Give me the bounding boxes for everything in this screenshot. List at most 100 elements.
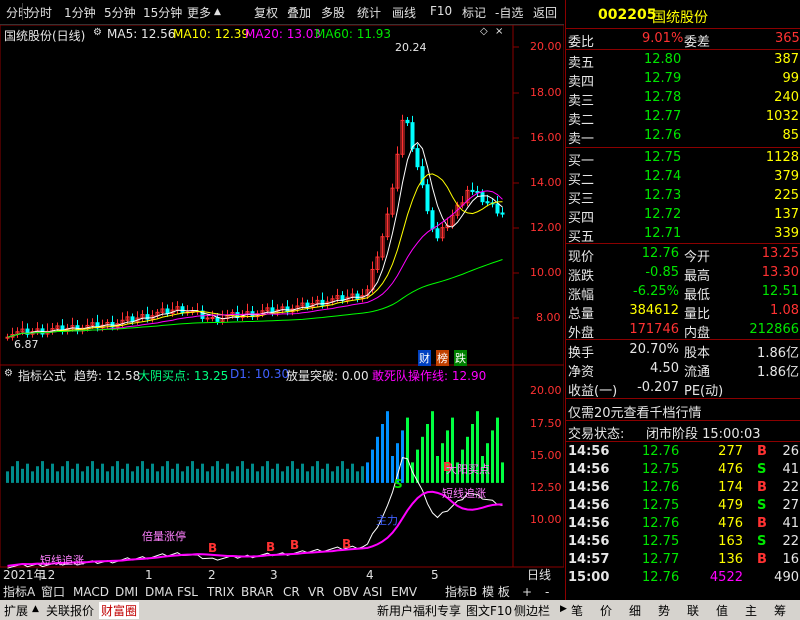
period-label[interactable]: 日线	[527, 567, 551, 583]
chevron-right-icon[interactable]: ▶	[560, 604, 567, 614]
sell-level-row[interactable]: 卖一 12.76 85	[566, 127, 800, 147]
settings-gear-icon[interactable]: ⚙	[93, 27, 102, 38]
tab-vr[interactable]: VR	[308, 584, 325, 600]
tab-emv[interactable]: EMV	[391, 584, 417, 600]
quote-side-tab[interactable]: 联	[687, 602, 699, 619]
tab-macd[interactable]: MACD	[73, 584, 109, 600]
quote-side-tab[interactable]: 价	[600, 602, 612, 619]
f10-button[interactable]: 图文F10	[466, 602, 512, 619]
quote-side-tab[interactable]: 笔	[571, 602, 583, 619]
add-button[interactable]: +	[522, 584, 532, 600]
toolbar-f10[interactable]: F10	[430, 4, 452, 18]
stat2-row: 收益(一) -0.207 PE(动)	[566, 379, 800, 399]
toolbar-diejia[interactable]: 叠加	[287, 4, 311, 21]
badge-cai[interactable]: 财	[418, 350, 431, 366]
buy-level-row[interactable]: 买四 12.72 137	[566, 206, 800, 226]
sell-level-row[interactable]: 卖三 12.78 240	[566, 89, 800, 109]
quote-side-tab[interactable]: 细	[629, 602, 641, 619]
sidebar-toggle[interactable]: 侧边栏	[514, 602, 550, 619]
toolbar-biaoji[interactable]: 标记	[462, 4, 486, 21]
indicator-bar	[21, 468, 24, 483]
buy-level-row[interactable]: 买三 12.73 225	[566, 187, 800, 207]
tab-related-quotes[interactable]: 关联报价	[46, 602, 94, 619]
tab-indicator-a[interactable]: 指标A	[3, 584, 35, 600]
quote-side-tab[interactable]: 值	[716, 602, 728, 619]
toolbar-fuquan[interactable]: 复权	[254, 4, 278, 21]
chevron-up-icon[interactable]: ▲	[32, 604, 39, 614]
quote-side-tab[interactable]: 势	[658, 602, 670, 619]
tick-time: 14:56	[568, 516, 610, 531]
candle-body	[165, 308, 170, 314]
annot-duanxian: 短线追涨	[40, 554, 84, 567]
y-tick: 8.00	[536, 311, 561, 324]
tab-template[interactable]: 模 板	[482, 584, 510, 600]
toolbar-left-0[interactable]: 分时	[6, 4, 30, 21]
toolbar-back[interactable]: 返回	[533, 4, 557, 21]
tick-price: 12.76	[642, 516, 680, 531]
chevron-up-icon[interactable]: ▲	[214, 7, 221, 17]
tick-direction: B	[757, 480, 767, 495]
tab-brar[interactable]: BRAR	[241, 584, 274, 600]
diamond-icon[interactable]: ◇	[480, 26, 488, 37]
tab-fsl[interactable]: FSL	[177, 584, 198, 600]
y-tick: 14.00	[530, 176, 562, 189]
toolbar-more[interactable]: 更多	[187, 4, 211, 21]
ma60-label: MA60: 11.93	[315, 27, 392, 41]
tab-cr[interactable]: CR	[283, 584, 300, 600]
stat-value: 384612	[629, 303, 679, 318]
toolbar-timeframe-5min[interactable]: 5分钟	[104, 4, 136, 21]
indicator-bar	[426, 424, 429, 483]
buy-price: 12.71	[644, 226, 682, 241]
toolbar-duogu[interactable]: 多股	[321, 4, 345, 21]
toolbar-timeframe-15min[interactable]: 15分钟	[143, 4, 182, 21]
buy-level-row[interactable]: 买二 12.74 379	[566, 168, 800, 188]
new-user-promo-link[interactable]: 新用户福利专享	[377, 602, 461, 619]
indicator-bar	[236, 466, 239, 483]
indicator-bar	[101, 463, 104, 483]
chart-toolbar: 分时 分时 1分钟 5分钟 15分钟 更多 ▲ 复权 叠加 多股 统计 画线 F…	[0, 0, 564, 25]
toolbar-timeframe-fenshi[interactable]: 分时	[28, 4, 52, 21]
tab-window[interactable]: 窗口	[41, 584, 65, 600]
tab-dma[interactable]: DMA	[145, 584, 173, 600]
buy-level-row[interactable]: 买五 12.71 339	[566, 225, 800, 245]
indicator-bar	[231, 471, 234, 483]
promo-text[interactable]: 仅需20元查看千档行情	[568, 402, 702, 421]
tab-dmi[interactable]: DMI	[115, 584, 138, 600]
sell-level-row[interactable]: 卖五 12.80 387	[566, 51, 800, 71]
badge-bang[interactable]: 榜	[436, 350, 449, 366]
tick-price: 12.75	[642, 498, 680, 513]
indicator-bar	[121, 468, 124, 483]
quote-side-tab[interactable]: 筹	[774, 602, 786, 619]
toolbar-zixuan[interactable]: -自选	[495, 4, 523, 21]
candle-body	[425, 184, 430, 212]
tab-obv[interactable]: OBV	[333, 584, 359, 600]
promo-row[interactable]: 仅需20元查看千档行情	[566, 401, 800, 421]
indicator-bar	[216, 461, 219, 483]
indicator-bar	[26, 463, 29, 483]
badge-die[interactable]: 跌	[454, 350, 467, 366]
indicator-bar	[191, 461, 194, 483]
quote-side-tab[interactable]: 主	[745, 602, 757, 619]
close-icon[interactable]: ×	[495, 26, 503, 37]
remove-button[interactable]: -	[545, 584, 549, 600]
annot-dayang: 大阳买点	[446, 463, 490, 476]
toolbar-timeframe-1min[interactable]: 1分钟	[64, 4, 96, 21]
tab-asi[interactable]: ASI	[363, 584, 382, 600]
kline-chart-panel[interactable]: 国统股份(日线) ⚙ MA5: 12.56 MA10: 12.39 MA20: …	[0, 25, 564, 569]
sell-level-row[interactable]: 卖二 12.77 1032	[566, 108, 800, 128]
indicator-bar	[246, 468, 249, 483]
toolbar-huaxian[interactable]: 画线	[392, 4, 416, 21]
tab-extend[interactable]: 扩展	[4, 602, 28, 619]
sell-level-label: 卖一	[568, 132, 595, 147]
tab-indicator-b[interactable]: 指标B	[445, 584, 477, 600]
toolbar-tongji[interactable]: 统计	[357, 4, 381, 21]
buy-level-label: 买三	[568, 192, 595, 207]
tab-fortune-circle[interactable]: 财富圈	[99, 602, 140, 619]
indicator-settings-icon[interactable]: ⚙	[4, 368, 13, 379]
sell-level-row[interactable]: 卖四 12.79 99	[566, 70, 800, 90]
indicator-bar	[501, 462, 504, 483]
sell-price: 12.77	[644, 109, 682, 124]
buy-level-row[interactable]: 买一 12.75 1128	[566, 149, 800, 169]
tab-trix[interactable]: TRIX	[207, 584, 234, 600]
stat2-value: 1.86亿	[757, 346, 799, 361]
